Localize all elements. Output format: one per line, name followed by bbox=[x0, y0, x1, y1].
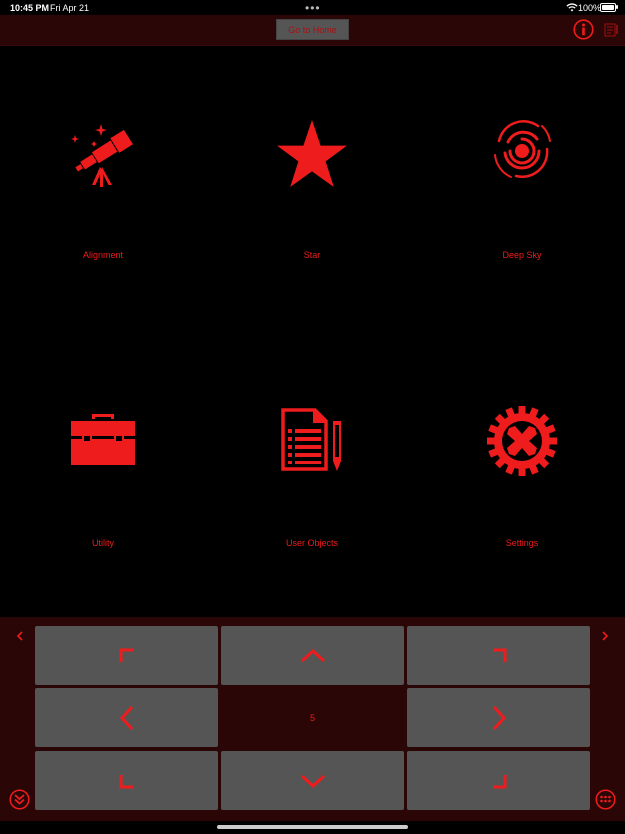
corner-down-right-icon bbox=[492, 774, 506, 788]
move-up-button[interactable] bbox=[221, 626, 404, 685]
corner-up-right-icon bbox=[492, 648, 506, 662]
home-indicator[interactable] bbox=[217, 825, 408, 829]
chevron-right-icon bbox=[492, 705, 506, 730]
menu-tile-settings[interactable]: Settings bbox=[422, 405, 622, 565]
direction-controller: 5 bbox=[0, 617, 625, 821]
chevron-right-icon[interactable] bbox=[598, 629, 612, 643]
menu-tile-user-objects[interactable]: User Objects bbox=[212, 405, 412, 565]
chevron-left-icon bbox=[119, 705, 133, 730]
menu-label-settings: Settings bbox=[505, 538, 539, 548]
menu-label-alignment: Alignment bbox=[82, 250, 124, 260]
battery-icon bbox=[600, 3, 616, 12]
wifi-icon bbox=[566, 3, 578, 12]
menu-label-deep-sky: Deep Sky bbox=[502, 250, 542, 260]
top-bar: Go to Home bbox=[0, 15, 625, 46]
double-chevron-down-icon[interactable] bbox=[9, 789, 30, 810]
move-up-right-button[interactable] bbox=[407, 626, 590, 685]
go-to-home-button[interactable]: Go to Home bbox=[276, 19, 349, 40]
keypad-icon[interactable] bbox=[595, 789, 616, 810]
chevron-up-icon bbox=[300, 648, 325, 662]
menu-tile-star[interactable]: Star bbox=[212, 117, 412, 277]
menu-tile-deep-sky[interactable]: Deep Sky bbox=[422, 117, 622, 277]
star-icon bbox=[277, 120, 347, 187]
corner-down-left-icon bbox=[119, 774, 133, 788]
notes-icon[interactable] bbox=[604, 23, 620, 37]
menu-label-utility: Utility bbox=[92, 538, 114, 548]
move-right-button[interactable] bbox=[407, 688, 590, 747]
speed-indicator: 5 bbox=[309, 712, 315, 723]
battery-tip bbox=[616, 5, 618, 9]
move-up-left-button[interactable] bbox=[35, 626, 218, 685]
status-bar: 10:45 PM Fri Apr 21 ••• 100% bbox=[0, 0, 625, 15]
multitasking-dots-icon[interactable]: ••• bbox=[305, 1, 321, 15]
move-left-button[interactable] bbox=[35, 688, 218, 747]
corner-up-left-icon bbox=[119, 648, 133, 662]
battery-percent: 100% bbox=[578, 3, 602, 13]
info-icon[interactable] bbox=[573, 19, 594, 40]
chevron-down-icon bbox=[300, 774, 325, 788]
status-time: 10:45 PM bbox=[10, 3, 50, 13]
chevron-left-icon[interactable] bbox=[13, 629, 27, 643]
move-down-right-button[interactable] bbox=[407, 751, 590, 810]
menu-label-star: Star bbox=[303, 250, 321, 260]
telescope-icon bbox=[71, 124, 133, 187]
status-date: Fri Apr 21 bbox=[50, 3, 90, 13]
document-pencil-icon bbox=[281, 408, 341, 471]
toolbox-icon bbox=[71, 414, 135, 465]
menu-label-user-objects: User Objects bbox=[285, 538, 338, 548]
menu-tile-alignment[interactable]: Alignment bbox=[3, 117, 203, 277]
menu-tile-utility[interactable]: Utility bbox=[3, 405, 203, 565]
gear-icon bbox=[487, 406, 557, 476]
move-down-left-button[interactable] bbox=[35, 751, 218, 810]
galaxy-icon bbox=[494, 120, 551, 178]
move-down-button[interactable] bbox=[221, 751, 404, 810]
